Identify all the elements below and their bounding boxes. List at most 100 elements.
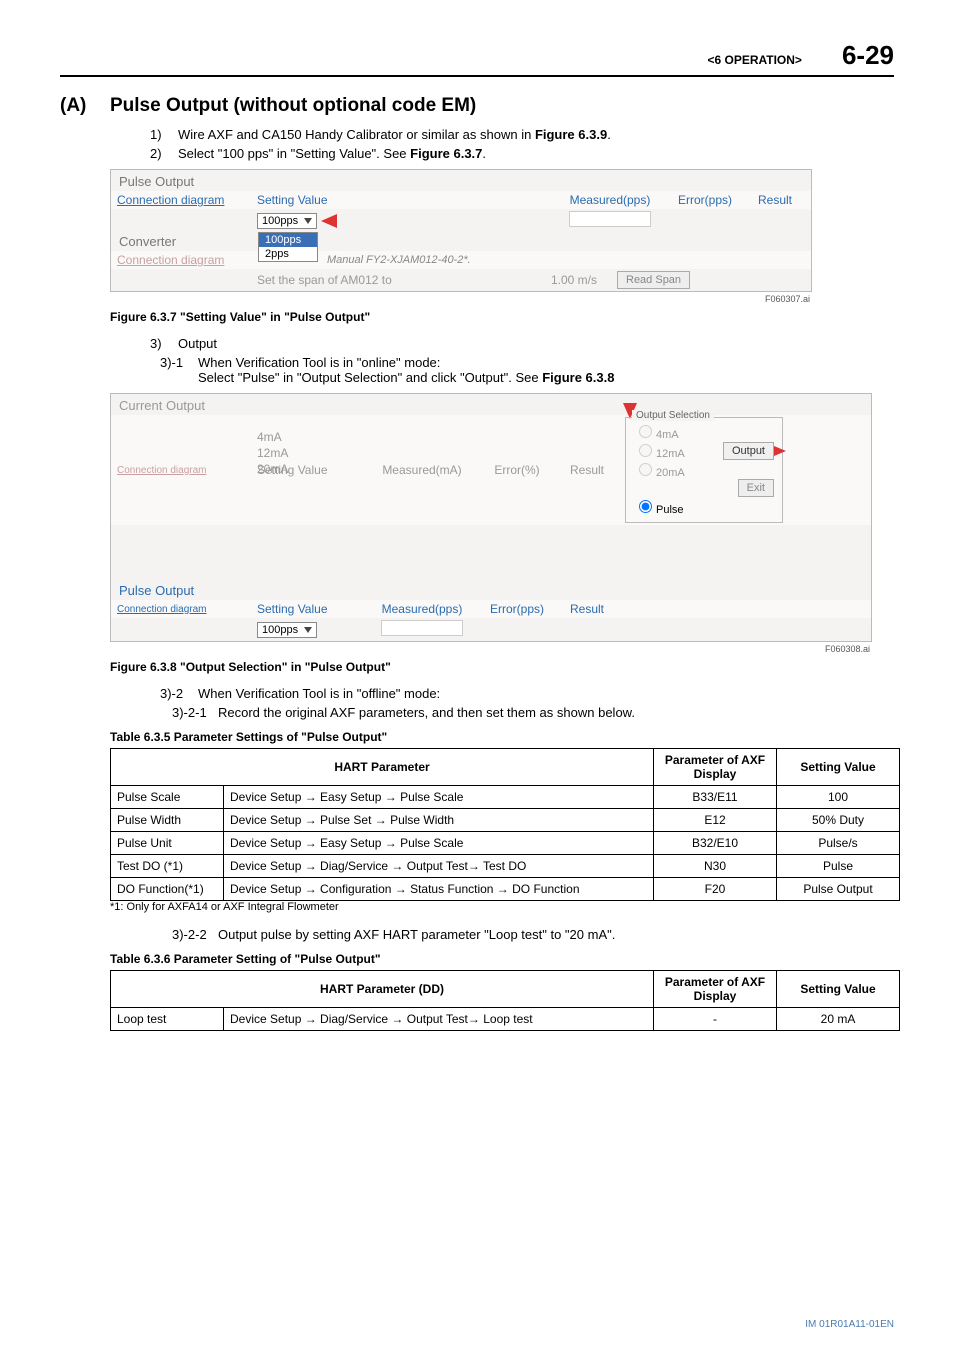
output-selection-group: Output Selection 4mA 12mA Output 20mA Ex… [625,417,783,523]
dropdown-opt-2pps[interactable]: 2pps [259,247,317,261]
radio-12ma[interactable] [639,444,652,457]
section-marker: (A) [60,95,110,117]
table-635: HART Parameter Parameter of AXF Display … [110,748,900,901]
t636-r0d: 20 mA [777,1008,900,1031]
step-3-2-1-text: Record the original AXF parameters, and … [218,705,635,720]
table-636: HART Parameter (DD) Parameter of AXF Dis… [110,970,900,1031]
t635-r3b: Device Setup → Diag/Service → Output Tes… [224,855,654,878]
result-label-3: Result [557,602,617,616]
t635-r4c: F20 [654,878,777,901]
step-3-number: 3) [150,336,178,351]
figure-637-panel: Pulse Output Connection diagram Setting … [110,169,812,292]
step-1-number: 1) [150,127,178,142]
t635-r3d: Pulse [777,855,900,878]
step-2-text: Select "100 pps" in "Setting Value". See… [178,146,486,161]
error-label: Error(pps) [665,193,745,207]
red-arrow-icon-2 [774,446,786,456]
error-pps-label: Error(pps) [477,602,557,616]
read-span-button[interactable]: Read Span [617,271,690,289]
step-3-2-2-number: 3)-2-2 [172,927,218,942]
footer-doc-id: IM 01R01A11-01EN [805,1319,894,1330]
val-20ma: 20mA [257,462,367,476]
step-2: 2) Select "100 pps" in "Setting Value". … [150,146,894,161]
measured-ma-label: Measured(mA) [367,463,477,477]
manual-text: Manual FY2-XJAM012-40-2*. [327,254,471,266]
figure-638-panel: Current Output Connection diagram Settin… [110,393,872,642]
step-3-2: 3)-2 When Verification Tool is in "offli… [160,686,894,701]
t635-r0b: Device Setup → Easy Setup → Pulse Scale [224,786,654,809]
t635-r1c: E12 [654,809,777,832]
t636-h3: Setting Value [777,971,900,1008]
measured-pps-label: Measured(pps) [367,602,477,616]
span-value: 1.00 m/s [517,273,597,287]
t635-h2: Parameter of AXF Display [654,749,777,786]
t635-r2a: Pulse Unit [111,832,224,855]
figure-638-caption: Figure 6.3.8 "Output Selection" in "Puls… [110,660,894,674]
t635-h1: HART Parameter [111,749,654,786]
step-3: 3) Output [150,336,894,351]
connection-diagram-link-2[interactable]: Connection diagram [117,253,257,267]
output-selection-legend: Output Selection [632,410,714,421]
t635-r3c: N30 [654,855,777,878]
dropdown-list[interactable]: 100pps 2pps [258,232,318,262]
step-3-1-number: 3)-1 [160,355,198,385]
step-1-text: Wire AXF and CA150 Handy Calibrator or s… [178,127,611,142]
dropdown-opt-100pps[interactable]: 100pps [259,233,317,247]
output-button[interactable]: Output [723,442,774,460]
t635-r1b: Device Setup → Pulse Set → Pulse Width [224,809,654,832]
step-2-number: 2) [150,146,178,161]
page-header: <6 OPERATION> 6-29 [60,40,894,77]
t636-h1: HART Parameter (DD) [111,971,654,1008]
result-label-2: Result [557,463,617,477]
t635-r4a: DO Function(*1) [111,878,224,901]
t635-r0d: 100 [777,786,900,809]
step-3-2-number: 3)-2 [160,686,198,701]
measured-input[interactable] [569,211,651,227]
measured-input-2[interactable] [381,620,463,636]
radio-20ma[interactable] [639,463,652,476]
panel-title-pulse-2: Pulse Output [111,579,871,600]
connection-diagram-link[interactable]: Connection diagram [117,193,257,207]
radio-pulse[interactable] [639,500,652,513]
t636-r0c: - [654,1008,777,1031]
step-3-1-text: When Verification Tool is in "online" mo… [198,355,614,385]
section-heading: Pulse Output (without optional code EM) [110,95,476,117]
t635-r0c: B33/E11 [654,786,777,809]
t635-r1a: Pulse Width [111,809,224,832]
span-text: Set the span of AM012 to [257,273,517,287]
t635-r4d: Pulse Output [777,878,900,901]
t635-r4b: Device Setup → Configuration → Status Fu… [224,878,654,901]
page-number: 6-29 [842,40,894,71]
val-4ma: 4mA [257,430,367,444]
step-3-2-text: When Verification Tool is in "offline" m… [198,686,440,701]
table-635-note: *1: Only for AXFA14 or AXF Integral Flow… [110,901,894,913]
chevron-down-icon [304,218,312,224]
exit-button[interactable]: Exit [738,479,774,497]
step-3-1: 3)-1 When Verification Tool is in "onlin… [160,355,894,385]
table-636-caption: Table 6.3.6 Parameter Setting of "Pulse … [110,952,894,966]
red-arrow-icon [321,214,337,228]
figure-638-ref: F060308.ai [110,644,870,654]
setting-value-label: Setting Value [257,193,367,207]
t636-r0b: Device Setup → Diag/Service → Output Tes… [224,1008,654,1031]
dropdown-value: 100pps [262,215,298,227]
setting-value-label-3: Setting Value [257,602,367,616]
radio-4ma[interactable] [639,425,652,438]
step-3-2-1-number: 3)-2-1 [172,705,218,720]
figure-637-ref: F060307.ai [110,294,810,304]
setting-value-dropdown-2[interactable]: 100pps [257,622,317,638]
t635-r2b: Device Setup → Easy Setup → Pulse Scale [224,832,654,855]
connection-diagram-link-4[interactable]: Connection diagram [117,604,257,615]
section-title: (A) Pulse Output (without optional code … [60,95,894,117]
step-3-text: Output [178,336,217,351]
result-label: Result [745,193,805,207]
t635-r0a: Pulse Scale [111,786,224,809]
setting-value-dropdown[interactable]: 100pps 100pps 2pps [257,213,317,229]
val-12ma: 12mA [257,446,367,460]
measured-label: Measured(pps) [555,193,665,207]
panel-title-pulse: Pulse Output [111,170,811,191]
table-635-caption: Table 6.3.5 Parameter Settings of "Pulse… [110,730,894,744]
t635-r2d: Pulse/s [777,832,900,855]
t635-r1d: 50% Duty [777,809,900,832]
step-3-2-1: 3)-2-1 Record the original AXF parameter… [172,705,894,720]
